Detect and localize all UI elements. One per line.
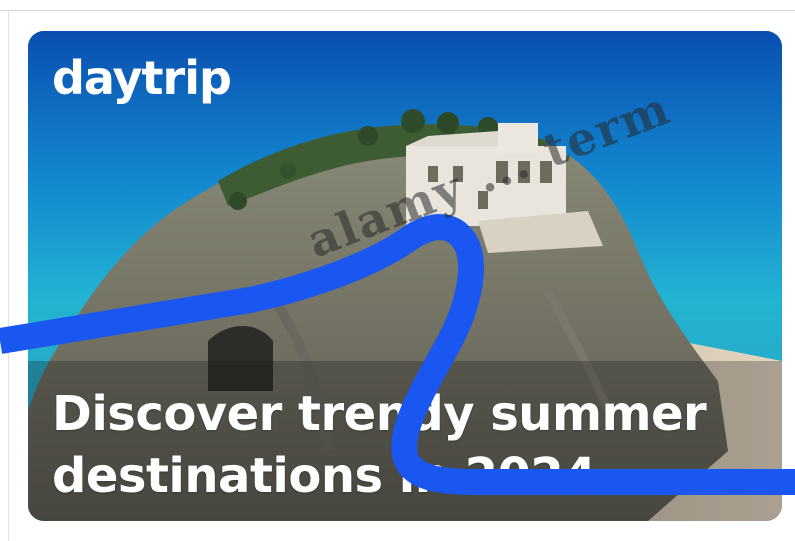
frame-divider-top [0, 10, 795, 11]
headline: Discover trendy summer destinations in 2… [52, 383, 772, 507]
daytrip-logo[interactable]: daytrip [52, 51, 232, 105]
frame-divider-left [8, 10, 9, 541]
headline-line-1: Discover trendy summer [52, 386, 707, 442]
headline-line-2: destinations in 2024 [52, 448, 597, 504]
